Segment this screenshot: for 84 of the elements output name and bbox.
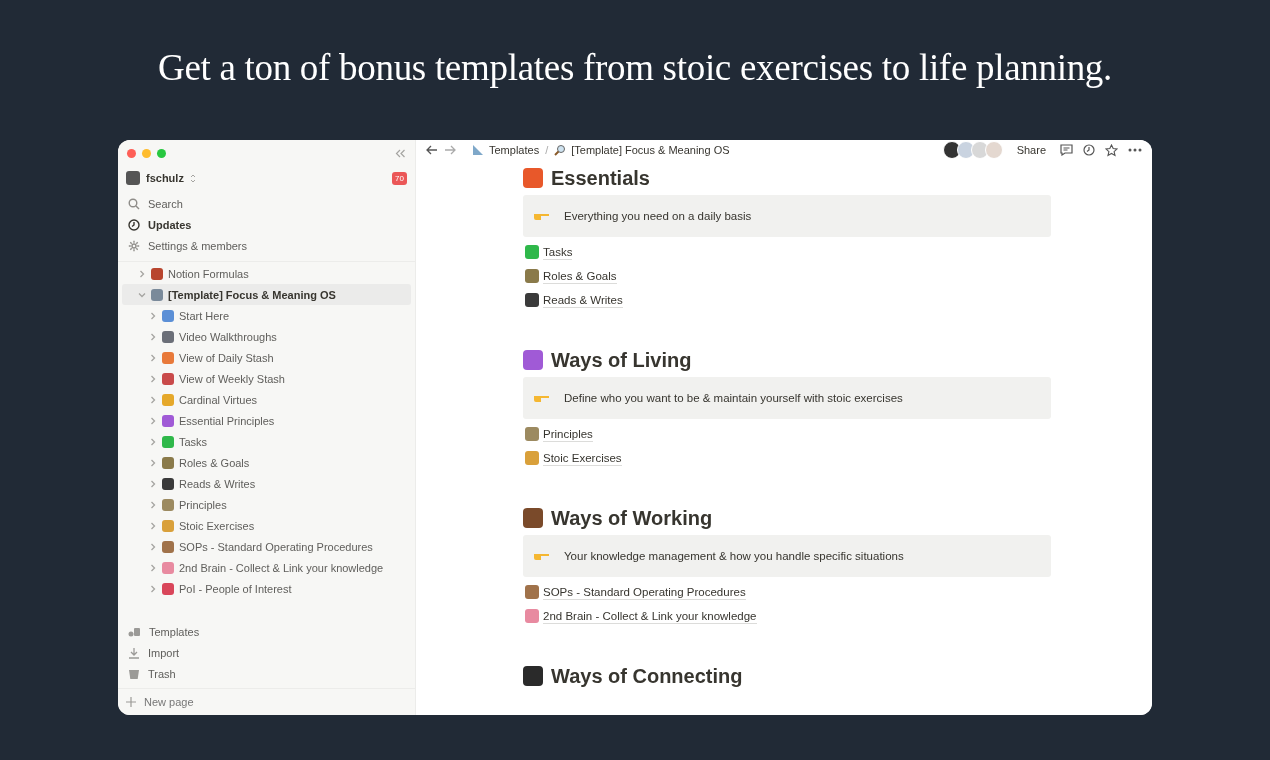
page-link[interactable]: Roles & Goals (543, 268, 617, 284)
callout-text: Everything you need on a daily basis (564, 210, 752, 222)
sidebar-page-item[interactable]: Start Here (122, 305, 411, 326)
callout-text: Define who you want to be & maintain yourself with stoic exercises (564, 392, 903, 404)
sidebar-page-item[interactable]: Tasks (122, 431, 411, 452)
chevron-right-icon[interactable] (138, 269, 146, 278)
pointing-hand-icon (533, 393, 550, 403)
section-heading: Ways of Living (523, 345, 1051, 375)
pointing-hand-icon (533, 551, 550, 561)
workspace-name[interactable]: fschulz (146, 172, 184, 184)
star-icon[interactable] (1105, 143, 1118, 157)
collapse-sidebar-icon[interactable] (395, 148, 406, 158)
breadcrumb-separator: / (545, 144, 549, 156)
forward-arrow-icon[interactable] (444, 145, 456, 155)
import-icon (128, 646, 140, 659)
comment-icon[interactable] (1060, 144, 1073, 156)
maximize-window-button[interactable] (157, 148, 166, 158)
callout-text: Your knowledge management & how you handle specific situations (564, 550, 904, 562)
sidebar-nav-item[interactable]: Search (118, 193, 415, 214)
sidebar-page-item[interactable]: Stoic Exercises (122, 515, 411, 536)
sidebar-page-item[interactable]: Roles & Goals (122, 452, 411, 473)
page-link[interactable]: SOPs - Standard Operating Procedures (543, 584, 746, 600)
chevron-right-icon[interactable] (149, 332, 157, 341)
back-arrow-icon[interactable] (426, 145, 438, 155)
trash-icon (128, 667, 140, 680)
chevron-right-icon[interactable] (149, 584, 157, 593)
chevron-right-icon[interactable] (149, 311, 157, 320)
sidebar-nav-item[interactable]: Import (118, 642, 415, 663)
sidebar-nav-item[interactable]: Settings & members (118, 235, 415, 256)
sidebar-page-item[interactable]: Video Walkthroughs (122, 326, 411, 347)
chevron-right-icon[interactable] (149, 353, 157, 362)
sidebar-page-item[interactable]: Reads & Writes (122, 473, 411, 494)
sidebar-nav-item[interactable]: Templates (118, 621, 415, 642)
avatar (126, 171, 140, 185)
more-icon[interactable] (1128, 148, 1142, 152)
sidebar-page-item[interactable]: Principles (122, 494, 411, 515)
switcher-icon[interactable] (189, 173, 196, 183)
chevron-right-icon[interactable] (149, 395, 157, 404)
chevron-right-icon[interactable] (149, 416, 157, 425)
chevron-right-icon[interactable] (149, 542, 157, 551)
notification-badge: 70 (392, 171, 407, 185)
sidebar-nav-item[interactable]: Trash (118, 663, 415, 684)
chevron-right-icon[interactable] (149, 500, 157, 509)
pointing-hand-icon (533, 211, 550, 221)
breadcrumb-link[interactable]: [Template] Focus & Meaning OS (554, 144, 730, 156)
sidebar-page-item[interactable]: Cardinal Virtues (122, 389, 411, 410)
page-link[interactable]: 2nd Brain - Collect & Link your knowledge (543, 608, 757, 624)
page-link[interactable]: Stoic Exercises (543, 450, 622, 466)
templates-icon (128, 625, 141, 638)
chevron-right-icon[interactable] (149, 458, 157, 467)
ruler-icon (472, 144, 484, 156)
sidebar-page-item[interactable]: [Template] Focus & Meaning OS (122, 284, 411, 305)
chevron-right-icon[interactable] (149, 479, 157, 488)
share-button[interactable]: Share (1012, 144, 1050, 156)
chevron-right-icon[interactable] (149, 437, 157, 446)
breadcrumb-link[interactable]: Templates (472, 144, 540, 156)
clock-icon[interactable] (1083, 144, 1095, 156)
sidebar-page-item[interactable]: View of Weekly Stash (122, 368, 411, 389)
sidebar-page-item[interactable]: SOPs - Standard Operating Procedures (122, 536, 411, 557)
sidebar-page-item[interactable]: Essential Principles (122, 410, 411, 431)
page-link[interactable]: Principles (543, 426, 593, 442)
new-page-button[interactable]: New page (118, 689, 415, 715)
page-link[interactable]: Reads & Writes (543, 292, 623, 308)
headline: Get a ton of bonus templates from stoic exercises to life planning. (158, 46, 1112, 90)
search-icon (128, 197, 140, 210)
chevron-right-icon[interactable] (149, 563, 157, 572)
close-window-button[interactable] (127, 148, 136, 158)
sidebar-page-item[interactable]: 2nd Brain - Collect & Link your knowledge (122, 557, 411, 578)
updates-icon (128, 218, 140, 231)
plus-icon (126, 697, 136, 707)
chevron-right-icon[interactable] (149, 521, 157, 530)
sidebar-page-item[interactable]: View of Daily Stash (122, 347, 411, 368)
minimize-window-button[interactable] (142, 148, 151, 158)
chevron-down-icon[interactable] (138, 290, 146, 299)
section-heading: Essentials (523, 163, 1051, 193)
section-heading: Ways of Working (523, 503, 1051, 533)
page-link[interactable]: Tasks (543, 244, 573, 260)
sidebar-page-item[interactable]: PoI - People of Interest (122, 578, 411, 599)
section-heading: Ways of Connecting (523, 661, 1051, 691)
settings-icon (128, 239, 140, 252)
chevron-right-icon[interactable] (149, 374, 157, 383)
magnifier-icon (554, 144, 567, 156)
sidebar-nav-item[interactable]: Updates (118, 214, 415, 235)
sidebar-page-item[interactable]: Notion Formulas (122, 263, 411, 284)
